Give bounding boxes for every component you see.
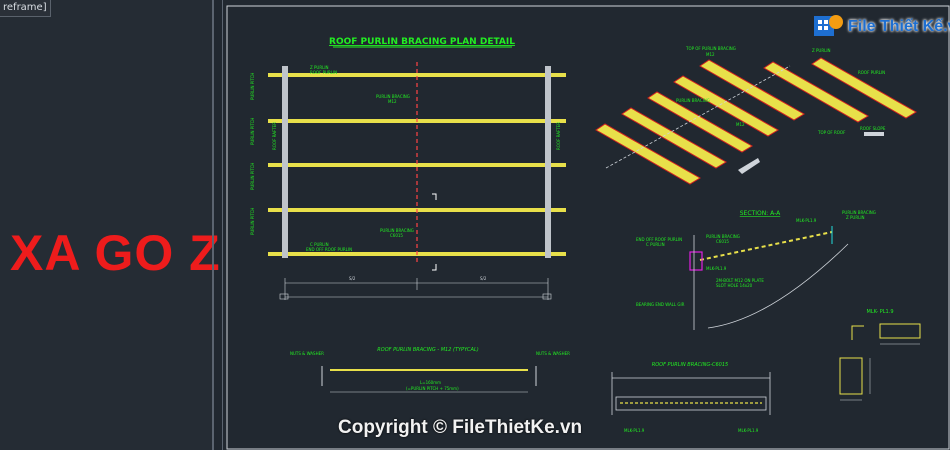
svg-text:ROOF SLOPE: ROOF SLOPE — [860, 126, 886, 131]
roof-slope-arrows — [738, 132, 884, 174]
svg-text:MLK-PL1.9: MLK-PL1.9 — [624, 428, 645, 433]
svg-text:C6015: C6015 — [390, 233, 403, 238]
svg-text:ROOF PURLIN: ROOF PURLIN — [310, 70, 337, 75]
svg-text:Z PURLIN: Z PURLIN — [812, 48, 831, 53]
svg-text:MLK-PL1.9: MLK-PL1.9 — [796, 218, 817, 223]
svg-text:SLOT HOLE 14x20: SLOT HOLE 14x20 — [716, 283, 753, 288]
dim-label: S/2 — [480, 276, 487, 281]
svg-text:END OFF ROOF PURLIN: END OFF ROOF PURLIN — [306, 247, 352, 252]
section-geometry — [689, 226, 849, 330]
plate-title: MLK- PL1.9 — [867, 309, 894, 315]
bracing-c6015-title: ROOF PURLIN BRACING-C6015 — [652, 362, 728, 368]
svg-text:M12: M12 — [736, 122, 745, 127]
bracing-c6015-labels: MLK-PL1.9 MLK-PL1.9 — [624, 428, 759, 433]
dim-label: S/2 — [349, 276, 356, 281]
svg-text:C6015: C6015 — [716, 239, 729, 244]
svg-text:M12: M12 — [388, 99, 397, 104]
section-title: SECTION: A-A — [740, 210, 781, 217]
svg-text:NUTS & WASHER: NUTS & WASHER — [536, 351, 570, 356]
svg-text:BEARING END WALL GIR: BEARING END WALL GIR — [636, 302, 685, 307]
rafter-line — [545, 66, 551, 258]
bracing-c6015-geometry — [611, 372, 771, 415]
plan-title: ROOF PURLIN BRACING PLAN DETAIL — [329, 37, 515, 47]
plate-dimensions — [840, 343, 920, 401]
plan-leader-labels: Z PURLIN ROOF PURLIN PURLIN BRACING M12 … — [306, 65, 414, 252]
svg-text:MLK-PL1.9: MLK-PL1.9 — [706, 266, 727, 271]
svg-text:PURLIN PITCH: PURLIN PITCH — [250, 118, 255, 145]
svg-text:L=160mm: L=160mm — [420, 380, 441, 385]
svg-text:PURLIN PITCH: PURLIN PITCH — [250, 163, 255, 190]
section-cut-marks — [432, 193, 437, 271]
svg-text:ROOF RAFTER: ROOF RAFTER — [272, 122, 277, 150]
svg-text:NUTS & WASHER: NUTS & WASHER — [290, 351, 324, 356]
copyright-watermark: Copyright © FileThietKe.vn — [338, 417, 583, 438]
plate-geometry — [839, 323, 921, 395]
svg-text:C PURLIN: C PURLIN — [646, 242, 665, 247]
svg-text:TOP OF ROOF: TOP OF ROOF — [817, 130, 846, 135]
svg-text:ROOF RAFTER: ROOF RAFTER — [556, 122, 561, 150]
cad-drawing-canvas[interactable]: ROOF PURLIN BRACING PLAN DETAIL Z PURLIN… — [0, 0, 950, 450]
grid-globe-icon — [814, 15, 843, 36]
plan-dimensions — [279, 278, 552, 300]
svg-text:PURLIN PITCH: PURLIN PITCH — [250, 208, 255, 235]
rafter-line — [282, 66, 288, 258]
site-logo: File Thiết Kế.vn — [808, 8, 950, 44]
logo-text: File Thiết Kế.vn — [848, 18, 950, 35]
section-leader-labels: END OFF ROOF PURLIN C PURLIN PURLIN BRAC… — [636, 210, 876, 307]
svg-text:TOP OF PURLIN BRACING: TOP OF PURLIN BRACING — [685, 46, 736, 51]
svg-text:M12: M12 — [706, 52, 715, 57]
svg-text:Z PURLIN: Z PURLIN — [846, 215, 865, 220]
svg-text:MLK-PL1.9: MLK-PL1.9 — [738, 428, 759, 433]
svg-text:ROOF PURLIN: ROOF PURLIN — [858, 70, 885, 75]
svg-text:PURLIN BRACING: PURLIN BRACING — [676, 98, 710, 103]
bracing-m12-title: ROOF PURLIN BRACING - M12 (TYPYCAL) — [377, 347, 478, 353]
svg-text:(=PURLIN PITCH + 75mm): (=PURLIN PITCH + 75mm) — [406, 386, 459, 391]
svg-text:PURLIN PITCH: PURLIN PITCH — [250, 73, 255, 100]
iso-purlins — [595, 57, 917, 185]
